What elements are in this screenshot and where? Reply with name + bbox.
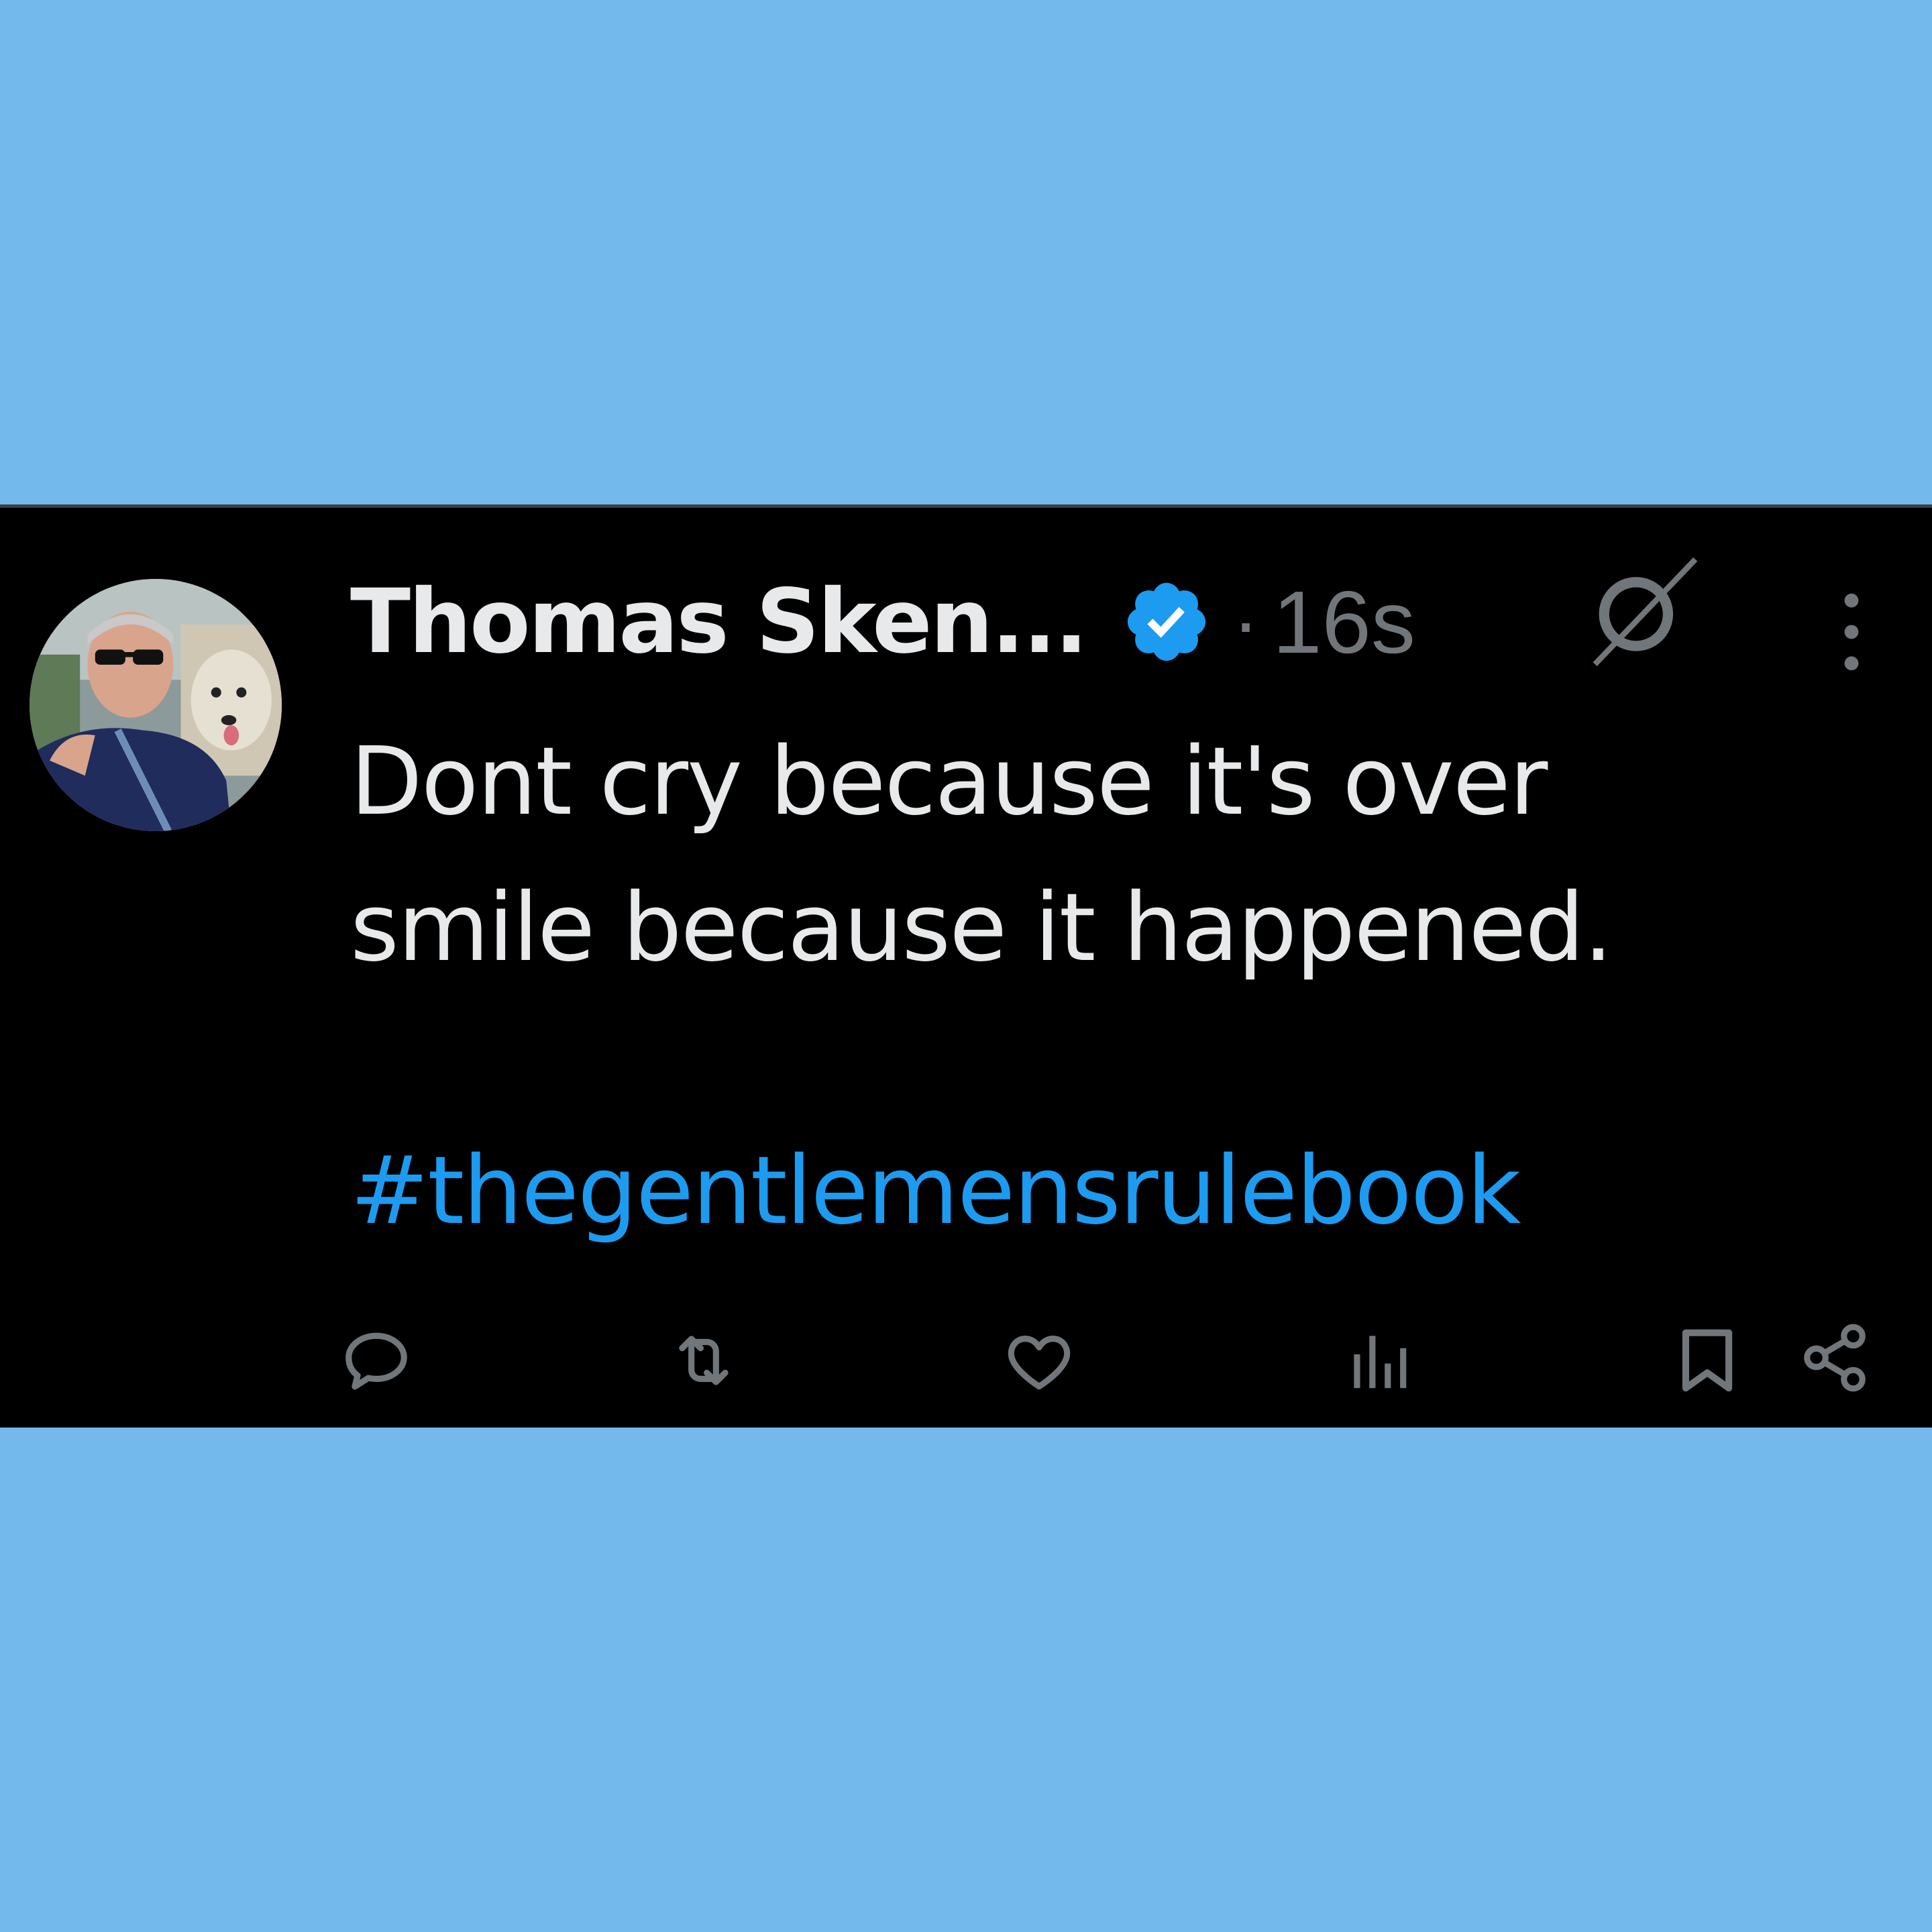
author-display-name[interactable]: Thomas Sken... [350,570,1088,674]
share-icon[interactable] [1798,1321,1872,1395]
more-options-icon[interactable] [1825,588,1878,676]
bookmark-icon[interactable] [1670,1324,1744,1397]
reply-icon[interactable] [339,1324,413,1397]
verified-badge-icon[interactable] [1121,576,1212,667]
tweet-text-line: Dont cry because it's over [350,727,1548,837]
tweet-header: Thomas Sken... · 16s [350,568,1415,676]
grok-icon[interactable] [1586,555,1700,669]
timestamp[interactable]: 16s [1273,572,1415,673]
tweet-card[interactable]: Thomas Sken... · 16s Dont cry because it… [0,504,1932,1428]
avatar[interactable] [30,579,282,831]
avatar-photo-icon [30,579,282,831]
retweet-icon[interactable] [667,1324,741,1397]
hashtag-link[interactable]: #thegentlemensrulebook [350,1118,1521,1265]
tweet-text: Dont cry because it's over smile because… [350,709,1860,1002]
like-icon[interactable] [1002,1325,1076,1399]
views-icon[interactable] [1342,1324,1415,1397]
tweet-text-line: smile because it happened. [350,873,1613,983]
separator-dot: · [1232,577,1260,667]
